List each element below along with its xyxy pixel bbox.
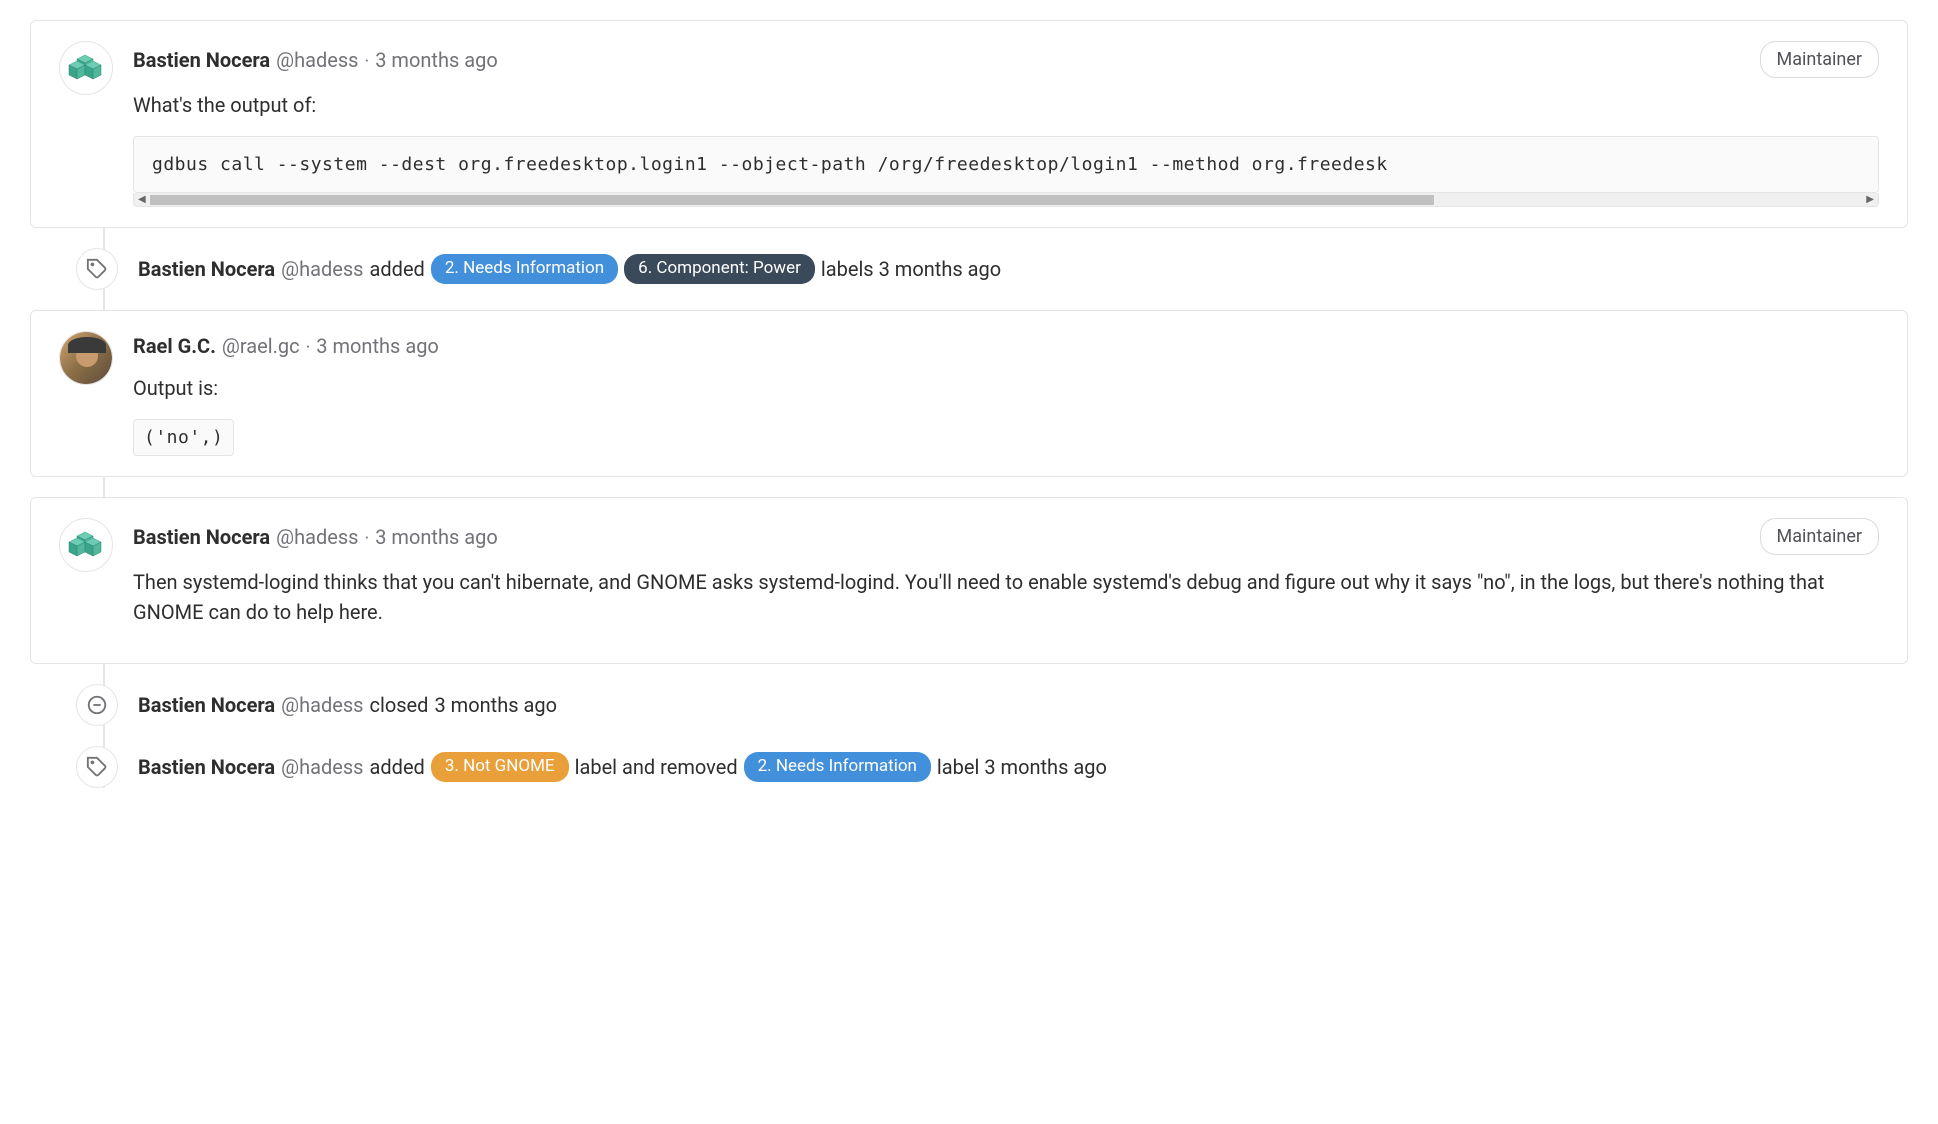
comment-text: Output is: [133,373,1879,403]
comment-card: Bastien Nocera @hadess · 3 months ago Ma… [30,20,1908,228]
author-name[interactable]: Bastien Nocera [138,254,275,284]
action-added: added [370,752,425,782]
comment-text: Then systemd-logind thinks that you can'… [133,567,1879,627]
tag-icon [76,746,118,788]
action-suffix: label 3 months ago [937,752,1107,782]
tag-icon [76,248,118,290]
timestamp[interactable]: 3 months ago [375,522,498,552]
action-suffix: 3 months ago [434,690,557,720]
author-handle[interactable]: @hadess [276,45,358,75]
timestamp[interactable]: 3 months ago [375,45,498,75]
author-handle[interactable]: @hadess [281,254,363,284]
comment-header-left: Bastien Nocera @hadess · 3 months ago [133,522,498,552]
separator: · [365,525,370,552]
avatar[interactable] [59,518,113,572]
scroll-track[interactable] [150,195,1863,205]
author-name[interactable]: Bastien Nocera [138,752,275,782]
separator: · [365,48,370,75]
label-not-gnome[interactable]: 3. Not GNOME [431,752,569,782]
author-handle[interactable]: @hadess [281,690,363,720]
scroll-left-arrow-icon[interactable]: ◀ [136,192,148,207]
label-component-power[interactable]: 6. Component: Power [624,254,815,284]
avatar-cubes-icon [63,522,109,568]
system-note-closed: Bastien Nocera @hadess closed 3 months a… [30,684,1908,726]
timestamp[interactable]: 3 months ago [316,331,439,361]
action-suffix: labels 3 months ago [821,254,1001,284]
avatar-photo [60,331,112,385]
closed-icon [76,684,118,726]
action-added: added [370,254,425,284]
comment-body: Bastien Nocera @hadess · 3 months ago Ma… [133,518,1879,643]
system-note-text: Bastien Nocera @hadess added 3. Not GNOM… [138,752,1107,782]
comment-card: Bastien Nocera @hadess · 3 months ago Ma… [30,497,1908,664]
label-needs-information[interactable]: 2. Needs Information [744,752,931,782]
author-name[interactable]: Bastien Nocera [133,45,270,75]
separator: · [306,334,311,361]
author-name[interactable]: Bastien Nocera [138,690,275,720]
system-note-text: Bastien Nocera @hadess added 2. Needs In… [138,254,1001,284]
comment-text: What's the output of: [133,90,1879,120]
comment-header: Bastien Nocera @hadess · 3 months ago Ma… [133,518,1879,555]
maintainer-badge: Maintainer [1760,518,1879,555]
comment-header-left: Bastien Nocera @hadess · 3 months ago [133,45,498,75]
maintainer-badge: Maintainer [1760,41,1879,78]
system-note-labels-changed: Bastien Nocera @hadess added 3. Not GNOM… [30,746,1908,788]
timeline: Bastien Nocera @hadess · 3 months ago Ma… [20,20,1918,788]
comment-card: Rael G.C. @rael.gc · 3 months ago Output… [30,310,1908,477]
avatar[interactable] [59,331,113,385]
code-inline[interactable]: ('no',) [133,419,234,456]
author-handle[interactable]: @rael.gc [222,331,300,361]
system-note-text: Bastien Nocera @hadess closed 3 months a… [138,690,557,720]
action-mid: label and removed [575,752,738,782]
comment-body: Rael G.C. @rael.gc · 3 months ago Output… [133,331,1879,456]
author-name[interactable]: Bastien Nocera [133,522,270,552]
code-scrollbar[interactable]: ◀ ▶ [133,193,1879,207]
comment-header: Bastien Nocera @hadess · 3 months ago Ma… [133,41,1879,78]
comment-header: Rael G.C. @rael.gc · 3 months ago [133,331,1879,361]
comment-body: Bastien Nocera @hadess · 3 months ago Ma… [133,41,1879,207]
system-note-labels-added: Bastien Nocera @hadess added 2. Needs In… [30,248,1908,290]
scroll-right-arrow-icon[interactable]: ▶ [1864,192,1876,207]
author-name[interactable]: Rael G.C. [133,331,216,361]
avatar[interactable] [59,41,113,95]
scroll-thumb[interactable] [150,195,1434,205]
label-needs-information[interactable]: 2. Needs Information [431,254,618,284]
author-handle[interactable]: @hadess [281,752,363,782]
action-closed: closed [370,690,429,720]
comment-header-left: Rael G.C. @rael.gc · 3 months ago [133,331,439,361]
code-block[interactable]: gdbus call --system --dest org.freedeskt… [133,136,1879,193]
code-block-wrapper: gdbus call --system --dest org.freedeskt… [133,136,1879,207]
avatar-cubes-icon [63,45,109,91]
author-handle[interactable]: @hadess [276,522,358,552]
